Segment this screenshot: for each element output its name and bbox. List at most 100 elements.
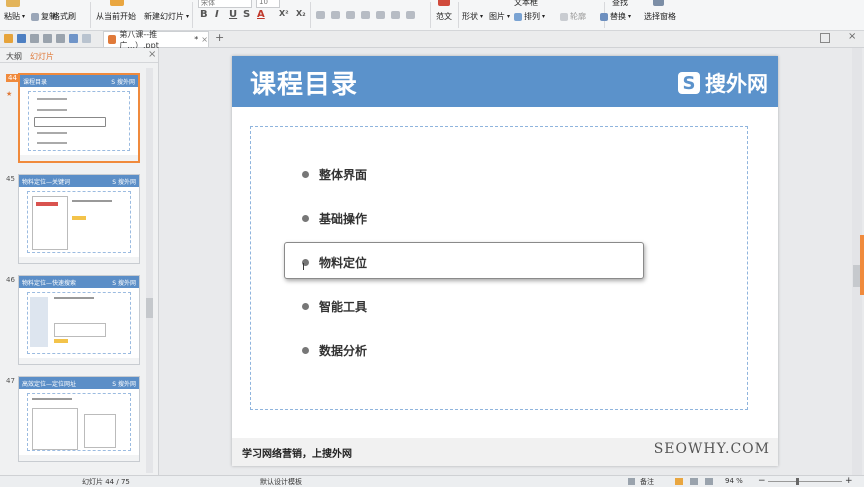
select-pane-button[interactable]: 选择窗格: [644, 11, 676, 22]
replace-icon: [600, 12, 608, 21]
slide-thumbnail[interactable]: 物料定位—快速搜索 S 搜外网: [18, 275, 140, 365]
close-tab-icon[interactable]: ×: [201, 35, 208, 44]
footer-slogan: 学习网络营销，上搜外网: [242, 449, 352, 460]
close-window-icon[interactable]: ×: [848, 31, 856, 42]
strike-button[interactable]: S: [243, 9, 250, 20]
ribbon-toolbar: 粘贴 ▾ 复制 格式刷 从当前开始 新建幻灯片 ▾ 宋体 10 B I U S A …: [0, 0, 864, 31]
slide-header: 课程目录 S 搜外网: [232, 56, 778, 107]
zoom-in-button[interactable]: +: [845, 476, 853, 486]
close-panel-icon[interactable]: ×: [148, 49, 156, 60]
superscript-button[interactable]: X²: [279, 9, 289, 18]
outline-icon: [560, 12, 568, 21]
template-icon[interactable]: [438, 0, 450, 6]
from-current-button[interactable]: 从当前开始: [96, 11, 136, 22]
textbox-button[interactable]: 文本框: [514, 0, 538, 8]
text-direction-icon[interactable]: [406, 11, 415, 19]
list-item[interactable]: 数据分析: [302, 342, 367, 359]
list-item[interactable]: 物料定位: [302, 254, 367, 271]
font-color-button[interactable]: A: [257, 9, 265, 20]
slides-tab[interactable]: 幻灯片: [30, 51, 54, 62]
preview-icon[interactable]: [43, 34, 52, 43]
zoom-slider[interactable]: [768, 481, 842, 482]
logo-mark: S: [678, 72, 700, 94]
list-item[interactable]: 基础操作: [302, 210, 367, 227]
distribute-icon[interactable]: [376, 11, 385, 19]
zoom-slider-handle[interactable]: [796, 478, 799, 485]
panel-scrollbar[interactable]: [146, 68, 153, 473]
zoom-out-button[interactable]: −: [758, 476, 766, 486]
restore-window-icon[interactable]: [820, 33, 830, 43]
play-icon[interactable]: [110, 0, 124, 6]
picture-button[interactable]: 图片 ▾: [489, 11, 510, 22]
format-painter-button[interactable]: 格式刷: [52, 11, 76, 22]
justify-icon[interactable]: [361, 11, 370, 19]
slide-title[interactable]: 课程目录: [250, 64, 358, 101]
export-icon[interactable]: [56, 34, 65, 43]
list-item[interactable]: 整体界面: [302, 166, 367, 183]
open-folder-icon[interactable]: [4, 34, 13, 43]
align-right-icon[interactable]: [346, 11, 355, 19]
sorter-view-icon[interactable]: [690, 478, 698, 485]
bold-button[interactable]: B: [200, 9, 208, 20]
bullet-icon: [302, 215, 309, 222]
undo-icon[interactable]: [69, 34, 78, 43]
thumb-number: 47: [6, 377, 15, 385]
slide-thumbnail[interactable]: 课程目录 S 搜外网: [18, 73, 140, 163]
arrange-button[interactable]: 排列 ▾: [514, 11, 545, 22]
font-name-select[interactable]: 宋体: [198, 0, 252, 8]
slide-thumbnail[interactable]: 物料定位—关键词 S 搜外网: [18, 174, 140, 264]
new-tab-button[interactable]: +: [215, 31, 224, 44]
quick-access-bar: 第八课--推广...）.ppt * × + ×: [0, 30, 864, 50]
text-cursor-icon: I: [302, 262, 305, 273]
paste-button[interactable]: 粘贴 ▾: [4, 11, 25, 22]
subscript-button[interactable]: X₂: [296, 9, 306, 18]
zoom-level: 94 %: [725, 477, 743, 485]
replace-button[interactable]: 替换 ▾: [600, 11, 631, 22]
animation-star-icon: ★: [6, 90, 13, 98]
select-pane-icon[interactable]: [653, 0, 664, 6]
paste-icon[interactable]: [6, 0, 20, 7]
line-spacing-icon[interactable]: [391, 11, 400, 19]
thumb-number: 45: [6, 175, 15, 183]
align-center-icon[interactable]: [331, 11, 340, 19]
font-size-select[interactable]: 10: [256, 0, 280, 8]
paste-label: 粘贴: [4, 12, 20, 21]
align-left-icon[interactable]: [316, 11, 325, 19]
bullet-icon: [302, 171, 309, 178]
slides-panel: 大纲 幻灯片 × 44 ★ 课程目录 S 搜外网 45 物料定位—关键词 S 搜外网…: [0, 48, 159, 475]
italic-button[interactable]: I: [215, 9, 219, 20]
slide-thumbnail[interactable]: 高效定位—定位网址 S 搜外网: [18, 376, 140, 462]
outline-button[interactable]: 轮廓: [560, 11, 586, 22]
slideshow-view-icon[interactable]: [705, 478, 713, 485]
document-tab[interactable]: 第八课--推广...）.ppt * ×: [103, 30, 209, 50]
underline-button[interactable]: U: [229, 9, 237, 20]
brand-logo: S 搜外网: [678, 68, 768, 98]
template-button[interactable]: 范文: [436, 11, 452, 22]
ppt-file-icon: [108, 35, 117, 44]
normal-view-icon[interactable]: [675, 478, 683, 485]
panel-scroll-thumb[interactable]: [146, 298, 153, 318]
slide-canvas[interactable]: 课程目录 S 搜外网 整体界面 基础操作 物料定位 智能工具 数据分析 I 学习…: [232, 56, 778, 466]
modified-mark: *: [194, 35, 199, 44]
bullet-icon: [302, 303, 309, 310]
shape-button[interactable]: 形状 ▾: [462, 11, 483, 22]
status-bar: 幻灯片 44 / 75 默认设计模板 备注 94 % − +: [0, 475, 864, 487]
paragraph-tools: [316, 11, 415, 19]
footer-site: SEOWHY.COM: [653, 441, 770, 457]
new-slide-button[interactable]: 新建幻灯片 ▾: [144, 11, 189, 22]
slide-footer: 学习网络营销，上搜外网 SEOWHY.COM: [232, 438, 778, 466]
print-icon[interactable]: [30, 34, 39, 43]
arrange-icon: [514, 12, 522, 21]
bullet-icon: [302, 347, 309, 354]
copy-icon: [31, 12, 39, 21]
edge-indicator: [860, 235, 864, 295]
logo-text: 搜外网: [705, 72, 768, 96]
list-item[interactable]: 智能工具: [302, 298, 367, 315]
redo-icon[interactable]: [82, 34, 91, 43]
save-icon[interactable]: [17, 34, 26, 43]
thumb-number: 44: [6, 74, 19, 82]
thumb-number: 46: [6, 276, 15, 284]
find-button[interactable]: 查找: [612, 0, 628, 8]
outline-tab[interactable]: 大纲: [6, 51, 22, 62]
notes-icon[interactable]: [628, 478, 635, 485]
